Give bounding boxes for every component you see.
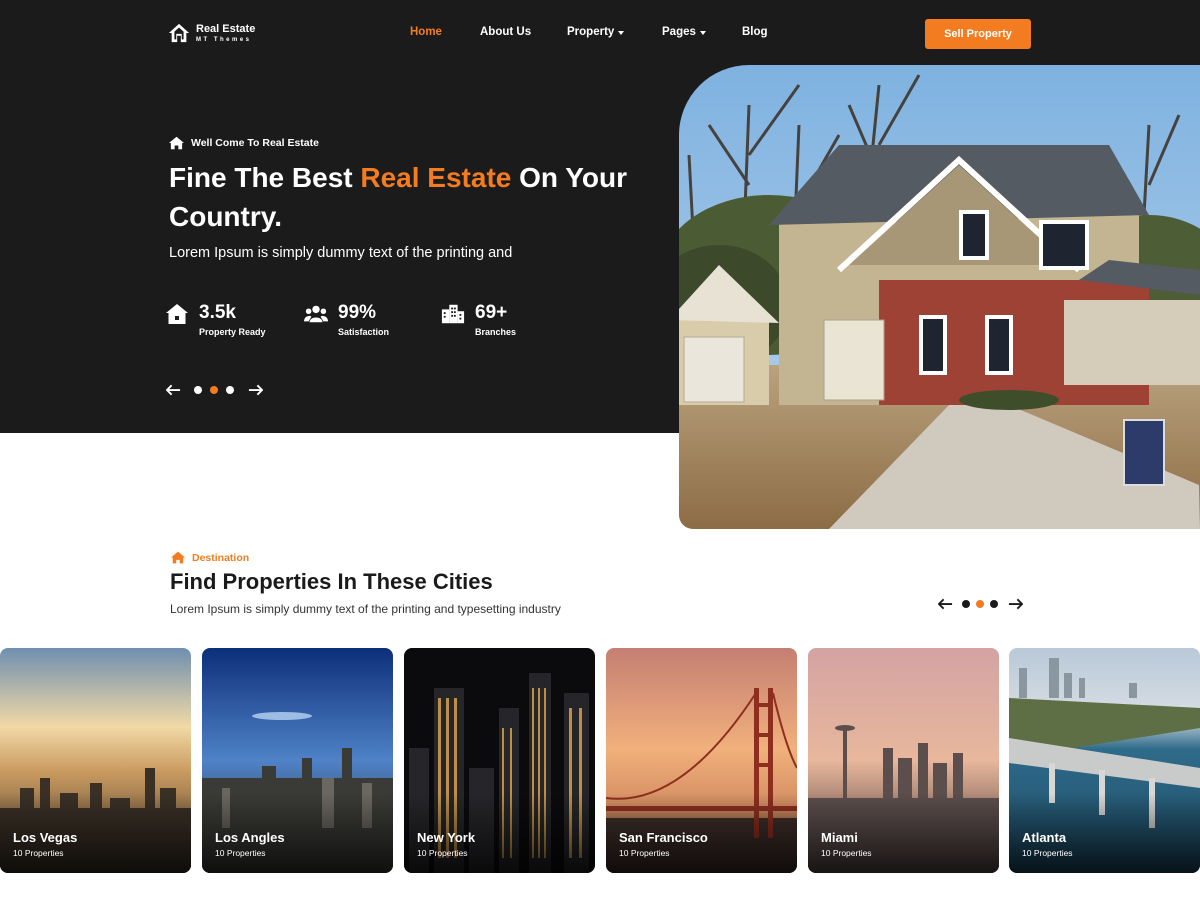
stat-value: 99%	[338, 302, 377, 323]
city-card-miami[interactable]: Miami 10 Properties	[808, 648, 999, 873]
home-icon	[169, 136, 184, 150]
cities-slide-dot[interactable]	[990, 600, 998, 608]
city-cards: Los Vegas 10 Properties Los Angles 10 Pr…	[0, 648, 1200, 873]
cities-slide-dot-active[interactable]	[976, 600, 984, 608]
city-card-atlanta[interactable]: Atlanta 10 Properties	[1009, 648, 1200, 873]
nav-about-us[interactable]: About Us	[480, 26, 531, 38]
city-name: Miami	[821, 830, 858, 845]
hero-slide-dot[interactable]	[226, 386, 234, 394]
hero-next-arrow-icon[interactable]	[247, 382, 263, 398]
city-property-count: 10 Properties	[13, 848, 64, 858]
hero-slide-dot-active[interactable]	[210, 386, 218, 394]
hero-description: Lorem Ipsum is simply dummy text of the …	[169, 245, 513, 261]
city-name: San Francisco	[619, 830, 708, 845]
users-icon	[304, 305, 328, 323]
hero-kicker: Well Come To Real Estate	[169, 136, 319, 150]
nav-pages[interactable]: Pages	[662, 26, 706, 38]
destination-tag: Destination	[171, 551, 249, 564]
hero-headline: Fine The Best Real Estate On Your Countr…	[169, 162, 627, 232]
stat-property-ready: 3.5k Property Ready	[165, 302, 266, 337]
nav-blog[interactable]: Blog	[742, 26, 768, 38]
city-name: Los Vegas	[13, 830, 78, 845]
chevron-down-icon	[618, 31, 625, 35]
stat-label: Property Ready	[199, 327, 266, 337]
nav-property[interactable]: Property	[567, 26, 625, 38]
headline-accent: Real Estate	[360, 162, 512, 193]
city-property-count: 10 Properties	[619, 848, 670, 858]
destination-title: Find Properties In These Cities	[170, 569, 493, 594]
city-card-los-angles[interactable]: Los Angles 10 Properties	[202, 648, 393, 873]
cities-slide-dot[interactable]	[962, 600, 970, 608]
stat-label: Branches	[475, 327, 517, 337]
cities-prev-arrow-icon[interactable]	[937, 596, 953, 612]
nav-home[interactable]: Home	[410, 26, 442, 38]
stat-value: 3.5k	[199, 302, 236, 323]
stat-satisfaction: 99% Satisfaction	[304, 302, 389, 337]
stat-branches: 69+ Branches	[441, 302, 516, 337]
city-card-los-vegas[interactable]: Los Vegas 10 Properties	[0, 648, 191, 873]
city-property-count: 10 Properties	[821, 848, 872, 858]
cities-next-arrow-icon[interactable]	[1007, 596, 1023, 612]
buildings-icon	[441, 304, 465, 324]
hero-prev-arrow-icon[interactable]	[165, 382, 181, 398]
destination-description: Lorem Ipsum is simply dummy text of the …	[170, 602, 561, 616]
city-card-san-francisco[interactable]: San Francisco 10 Properties	[606, 648, 797, 873]
city-property-count: 10 Properties	[215, 848, 266, 858]
city-property-count: 10 Properties	[1022, 848, 1073, 858]
chevron-down-icon	[699, 31, 706, 35]
house-icon	[166, 304, 188, 324]
city-name: Atlanta	[1022, 830, 1067, 845]
hero-slide-dot[interactable]	[194, 386, 202, 394]
stat-label: Satisfaction	[338, 327, 390, 337]
city-property-count: 10 Properties	[417, 848, 468, 858]
city-card-new-york[interactable]: New York 10 Properties	[404, 648, 595, 873]
cities-slider-controls	[937, 596, 1023, 612]
hero-house-image	[679, 65, 1200, 529]
sell-property-button[interactable]: Sell Property	[925, 19, 1031, 49]
home-icon	[171, 551, 185, 564]
city-name: Los Angles	[215, 830, 285, 845]
hero-slider-controls	[165, 382, 263, 398]
stat-value: 69+	[475, 302, 508, 323]
city-name: New York	[417, 830, 476, 845]
